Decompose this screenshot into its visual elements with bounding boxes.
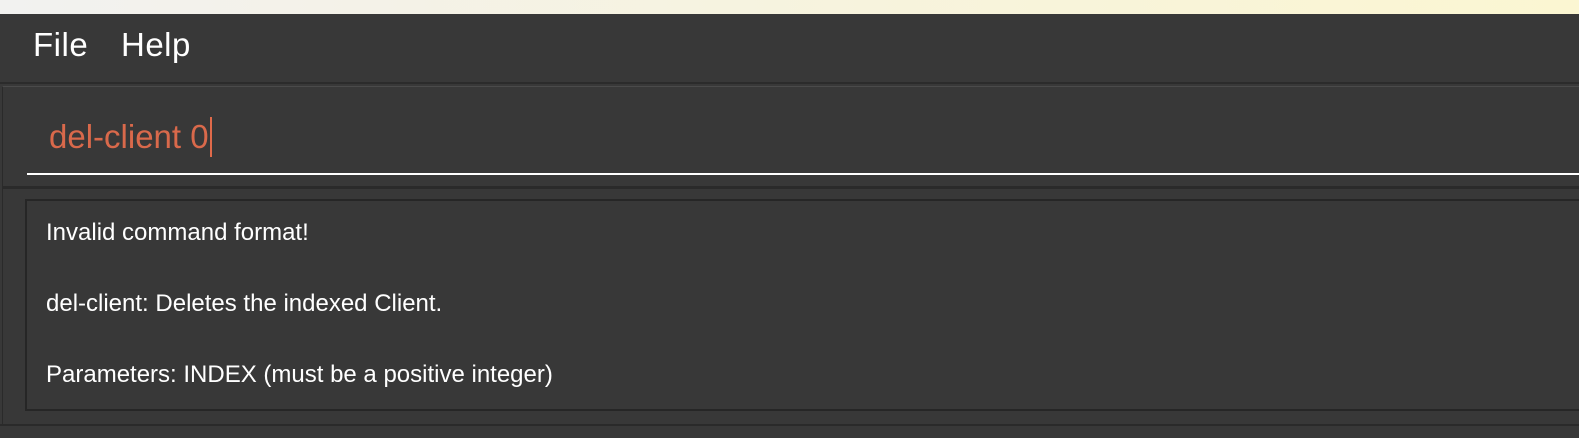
result-display-placeholder: Invalid command format! del-client: Dele… — [2, 189, 1579, 424]
command-input[interactable]: del-client 0 — [27, 101, 1579, 175]
result-blank-line — [46, 251, 1579, 286]
list-panel-edge — [0, 424, 1579, 438]
result-blank-line — [46, 322, 1579, 357]
menu-help[interactable]: Help — [121, 26, 191, 64]
result-line-error: Invalid command format! — [46, 219, 309, 246]
command-box-placeholder: del-client 0 — [2, 86, 1579, 186]
result-line-parameters: Parameters: INDEX (must be a positive in… — [46, 361, 553, 388]
result-display[interactable]: Invalid command format! del-client: Dele… — [25, 199, 1579, 411]
menu-bar: File Help — [0, 14, 1579, 84]
text-caret — [209, 117, 212, 157]
result-line-usage: del-client: Deletes the indexed Client. — [46, 290, 443, 317]
menu-file[interactable]: File — [33, 26, 88, 64]
window-title-strip — [0, 0, 1579, 14]
command-input-text: del-client 0 — [49, 118, 209, 155]
